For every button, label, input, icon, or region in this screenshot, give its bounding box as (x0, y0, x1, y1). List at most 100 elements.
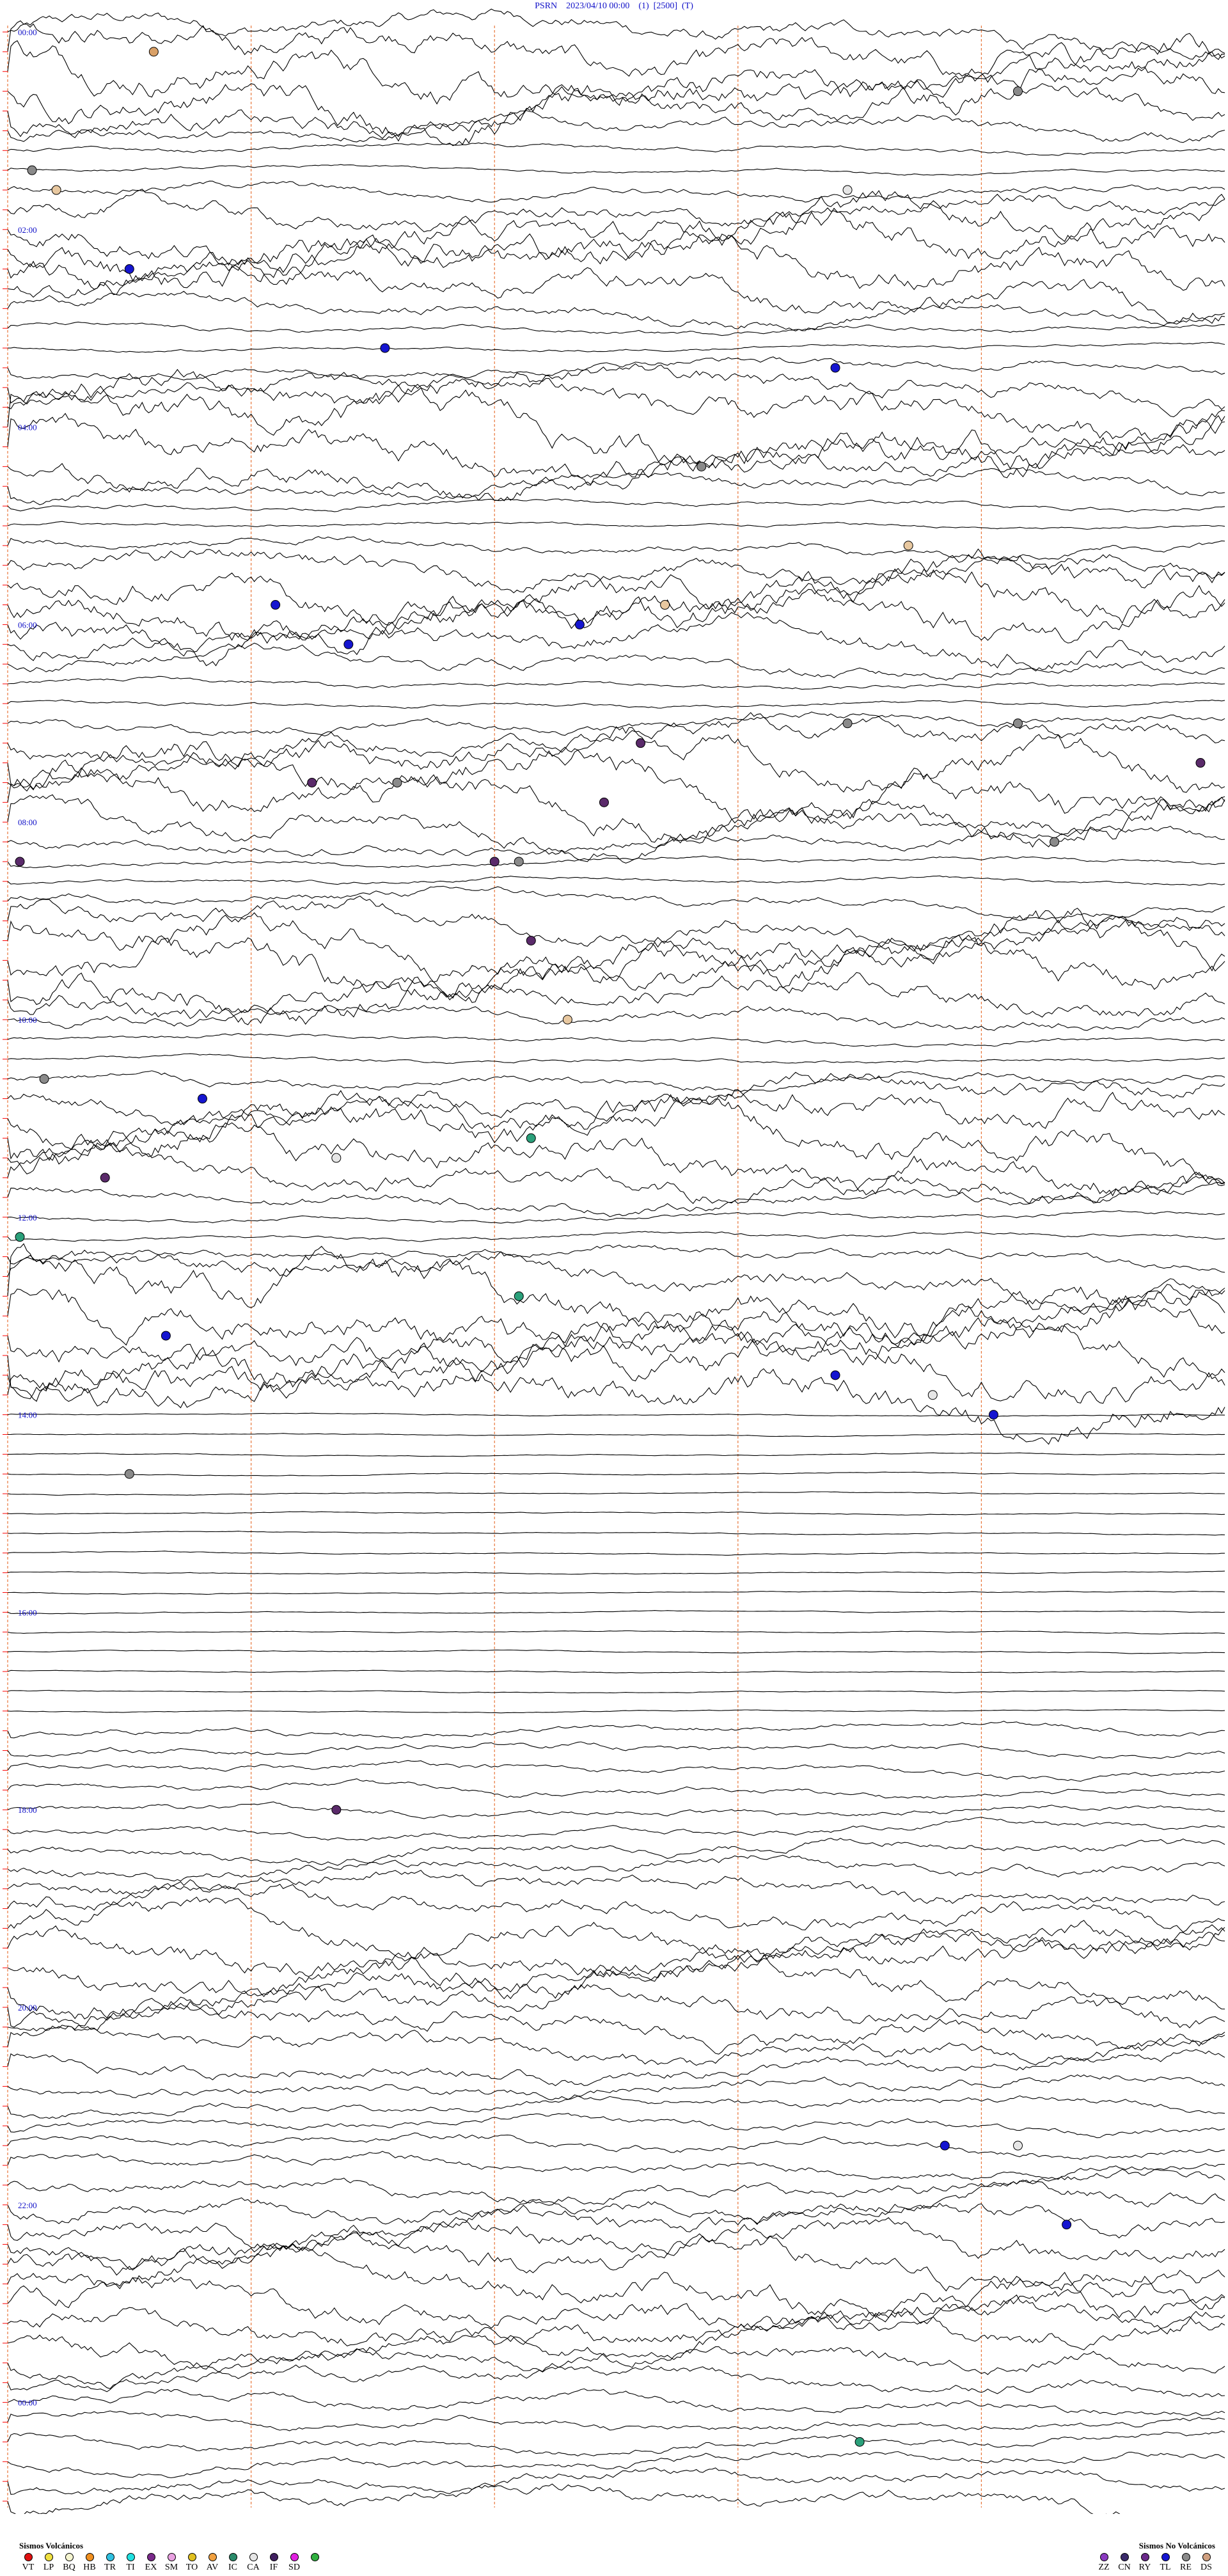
legend-volcanic-item-lp: LP (40, 2553, 58, 2573)
trace-line-15 (7, 321, 1225, 336)
trace-line-110 (7, 2179, 1225, 2225)
trace-line-39 (7, 759, 1225, 848)
legend-volcanic-dot-3 (85, 2553, 94, 2561)
legend-volcanic-item-ic: IC (224, 2553, 242, 2573)
trace-line-79 (8, 1590, 1225, 1595)
event-marker-9 (903, 541, 913, 551)
trace-line-97 (7, 1925, 1225, 1982)
legend-nonvolcanic-title: Sismos No Volcánicos (1138, 2541, 1215, 2550)
event-marker-13 (343, 639, 354, 649)
trace-line-57 (7, 1110, 1225, 1197)
trace-line-66 (7, 1286, 1225, 1380)
legend-nonvolcanic-item-ds: DS (1197, 2553, 1215, 2573)
legend-volcanic-code-8: TO (185, 2563, 198, 2572)
legend-volcanic-code-4: TR (104, 2563, 116, 2572)
trace-line-102 (7, 2025, 1225, 2066)
trace-line-122 (7, 2430, 1225, 2456)
trace-line-62 (7, 1244, 1225, 1273)
trace-line-78 (7, 1570, 1225, 1575)
trace-line-24 (7, 498, 1225, 512)
trace-line-80 (7, 1610, 1225, 1615)
trace-line-117 (7, 2316, 1225, 2370)
trace-line-46 (7, 912, 1225, 983)
hour-label-1: 02:00 (18, 225, 37, 235)
legend-volcanic-item-sm: SM (162, 2553, 180, 2573)
trace-line-12 (7, 220, 1225, 296)
event-marker-21 (1050, 837, 1060, 847)
trace-line-116 (7, 2294, 1225, 2347)
helicorder-plot: 00:00 02:00 04:00 06:00 08:00 10:00 12:00 14:00… (3, 8, 1225, 2514)
legend-volcanic-item-to: TO (183, 2553, 201, 2573)
legend-volcanic-dot-12 (269, 2553, 278, 2561)
legend-volcanic-code-13: SD (288, 2563, 300, 2572)
event-marker-23 (489, 857, 500, 867)
trace-line-72 (8, 1452, 1225, 1457)
event-marker-5 (124, 264, 134, 274)
legend-volcanic-dot-7 (167, 2553, 176, 2561)
event-marker-16 (636, 738, 646, 748)
trace-line-86 (7, 1721, 1225, 1739)
legend-nonvolcanic-item-re: RE (1177, 2553, 1195, 2573)
event-marker-37 (988, 1410, 998, 1420)
event-marker-19 (392, 777, 402, 787)
trace-line-82 (7, 1649, 1225, 1654)
legend-nonvolcanic-code-4: RE (1180, 2563, 1192, 2572)
legend-volcanic-dot-10 (228, 2553, 237, 2561)
legend-nonvolcanic-dot-3 (1161, 2553, 1170, 2561)
legend-nonvolcanic-item-cn: CN (1115, 2553, 1133, 2573)
trace-line-64 (7, 1243, 1225, 1345)
trace-line-91 (7, 1817, 1225, 1841)
trace-line-2 (7, 33, 1225, 116)
trace-line-76 (7, 1531, 1225, 1536)
trace-line-14 (7, 290, 1225, 332)
hour-label-3: 06:00 (18, 620, 37, 629)
event-marker-38 (124, 1469, 134, 1479)
legend-volcanic-item-ex: EX (142, 2553, 160, 2573)
trace-line-70 (7, 1412, 1225, 1417)
legend-volcanic: Sismos Volcánicos VT LP BQ HB TR TI EX SM TO AV IC… (19, 2541, 324, 2573)
trace-line-51 (7, 1033, 1225, 1048)
hour-label-4: 08:00 (18, 818, 37, 827)
legend-volcanic-title: Sismos Volcánicos (19, 2541, 84, 2550)
event-marker-2 (27, 165, 37, 175)
trace-line-65 (7, 1288, 1225, 1350)
event-marker-4 (842, 185, 853, 195)
hour-label-0: 00:00 (18, 28, 37, 37)
event-marker-27 (39, 1074, 49, 1084)
trace-line-6 (7, 142, 1225, 156)
trace-line-95 (7, 1879, 1225, 1933)
trace-line-38 (7, 741, 1225, 826)
hour-label-5: 10:00 (18, 1015, 37, 1025)
trace-line-10 (7, 190, 1225, 285)
trace-line-49 (7, 972, 1225, 1020)
legend-volcanic-item-bq: BQ (60, 2553, 78, 2573)
legend-volcanic-code-0: VT (22, 2563, 35, 2572)
event-marker-14 (842, 718, 853, 729)
trace-line-73 (7, 1471, 1225, 1476)
trace-line-90 (7, 1801, 1225, 1819)
legend-nonvolcanic-dot-5 (1202, 2553, 1211, 2561)
legend-volcanic-dot-11 (249, 2553, 258, 2561)
trace-line-107 (7, 2132, 1225, 2160)
hour-label-8: 16:00 (18, 1608, 37, 1617)
trace-line-69 (7, 1342, 1225, 1445)
trace-line-105 (7, 2095, 1225, 2119)
trace-line-93 (7, 1854, 1225, 1882)
hour-label-11: 22:00 (18, 2201, 37, 2210)
trace-line-119 (7, 2364, 1225, 2398)
legend-volcanic-item-if: IF (265, 2553, 283, 2573)
legend-volcanic-code-6: EX (145, 2563, 157, 2572)
event-marker-24 (514, 857, 524, 867)
legend-volcanic-item-14 (306, 2553, 324, 2573)
legend-nonvolcanic-code-0: ZZ (1098, 2563, 1110, 2572)
trace-line-88 (7, 1760, 1225, 1782)
legend-nonvolcanic-dot-0 (1099, 2553, 1108, 2561)
legend-nonvolcanic-dot-1 (1120, 2553, 1129, 2561)
event-marker-42 (1062, 2220, 1072, 2230)
legend-nonvolcanic-dot-4 (1181, 2553, 1190, 2561)
trace-line-45 (7, 896, 1225, 951)
trace-line-5 (7, 110, 1225, 143)
trace-line-104 (7, 2074, 1225, 2101)
legend-nonvolcanic-code-1: CN (1118, 2563, 1131, 2572)
trace-line-111 (7, 2202, 1225, 2251)
